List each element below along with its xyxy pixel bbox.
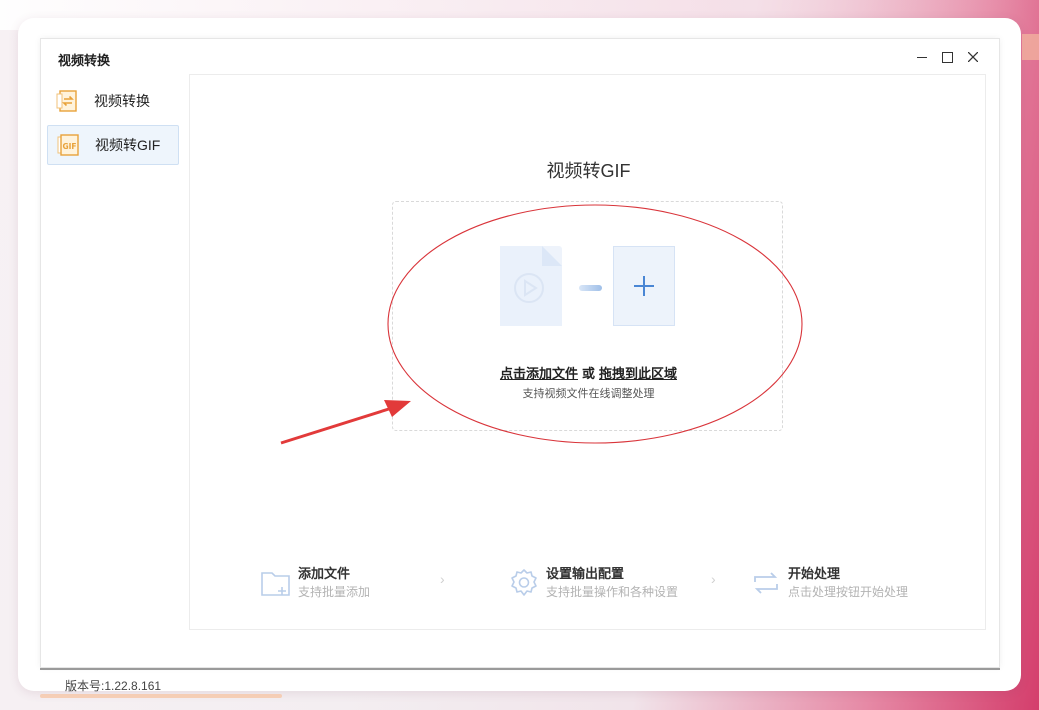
transfer-dash	[579, 285, 602, 291]
video-file-icon	[500, 246, 562, 326]
maximize-icon[interactable]	[937, 47, 957, 67]
version-label: 版本号:1.22.8.161	[65, 679, 162, 693]
drag-here-link[interactable]: 拖拽到此区域	[599, 366, 677, 381]
gif-icon: GIF	[57, 133, 81, 157]
folder-add-icon	[260, 567, 292, 599]
app-window: 视频转换 视频转换 GIF 视频转GIF 版本号:1.22.8.161 视频转G…	[40, 38, 1001, 693]
background-strip	[1022, 34, 1039, 60]
sidebar: 视频转换 GIF 视频转GIF 版本号:1.22.8.161	[41, 75, 188, 693]
click-add-file-link[interactable]: 点击添加文件	[500, 366, 578, 381]
or-text: 或	[581, 366, 595, 381]
close-icon[interactable]	[963, 47, 983, 67]
app-title: 视频转换	[58, 53, 111, 68]
main-panel: 视频转GIF 点击添加文件或拖拽到此区域 支持视频文件在线调整处理 添加文件 支…	[189, 74, 986, 630]
underlying-progress-strip	[40, 694, 282, 698]
step-description: 支持批量操作和各种设置	[546, 585, 679, 599]
step-title: 开始处理	[788, 566, 841, 581]
add-file-plus-icon[interactable]	[613, 246, 675, 326]
step-description: 点击处理按钮开始处理	[788, 585, 909, 599]
step-title: 添加文件	[298, 566, 351, 581]
sidebar-item-label: 视频转GIF	[95, 137, 161, 153]
drop-zone-subtitle: 支持视频文件在线调整处理	[522, 388, 655, 400]
title-bar: 视频转换	[41, 39, 1001, 75]
sidebar-item-label: 视频转换	[94, 93, 150, 109]
step-title: 设置输出配置	[546, 566, 625, 581]
page-title: 视频转GIF	[546, 161, 631, 181]
repeat-icon	[750, 567, 782, 599]
svg-text:GIF: GIF	[62, 142, 76, 151]
process-steps: 添加文件 支持批量添加 › 设置输出配置 支持批量操作和各种设置 › 开始处理 …	[190, 563, 987, 603]
sidebar-item-video-to-gif[interactable]: GIF 视频转GIF	[47, 125, 179, 165]
gear-icon	[508, 567, 540, 599]
chevron-right-icon: ›	[440, 571, 445, 587]
file-drop-zone[interactable]: 点击添加文件或拖拽到此区域 支持视频文件在线调整处理	[392, 201, 783, 431]
step-description: 支持批量添加	[298, 585, 371, 599]
sidebar-item-video-convert[interactable]: 视频转换	[47, 81, 179, 121]
video-convert-icon	[56, 89, 80, 113]
drop-zone-instructions: 点击添加文件或拖拽到此区域	[393, 363, 784, 382]
minimize-icon[interactable]	[912, 47, 932, 67]
window-bottom-edge	[40, 668, 1000, 670]
chevron-right-icon: ›	[711, 571, 716, 587]
